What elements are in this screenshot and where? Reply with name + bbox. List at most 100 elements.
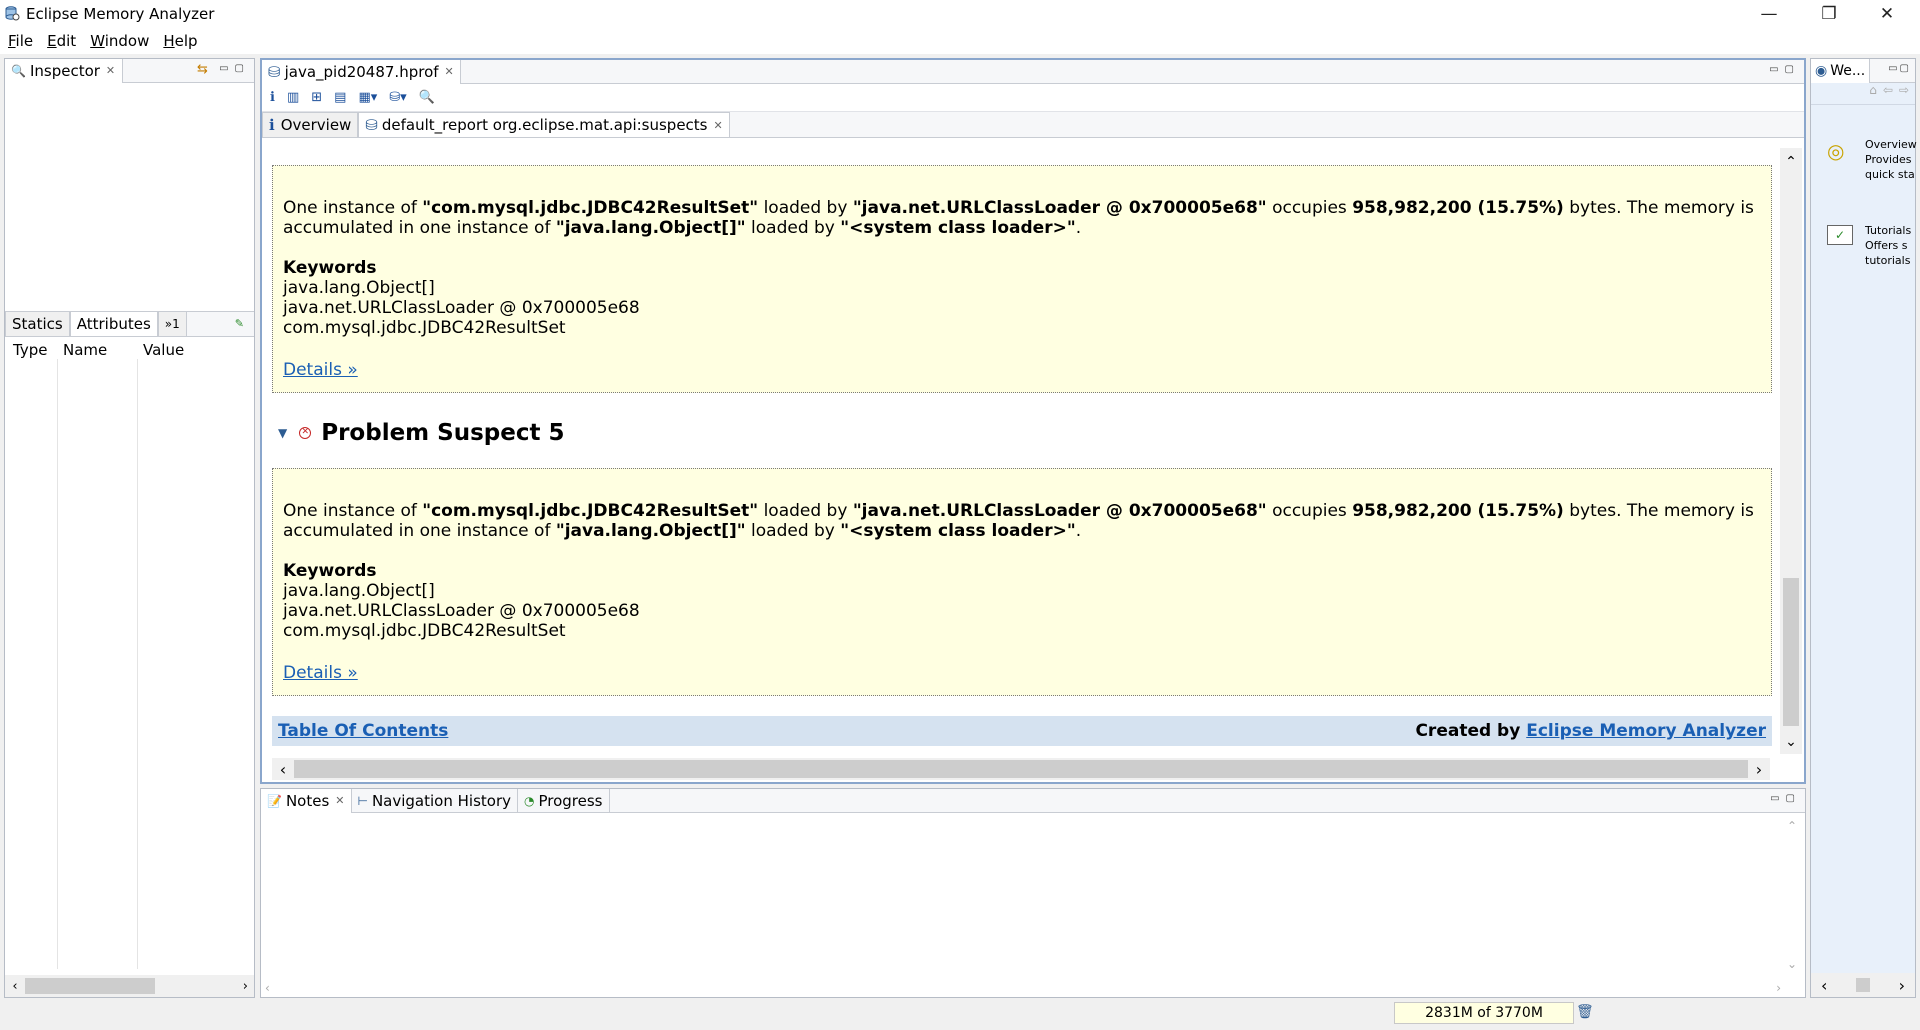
tab-welcome-label: We...	[1830, 62, 1866, 79]
notes-textarea[interactable]	[261, 814, 1781, 974]
scroll-thumb[interactable]	[294, 760, 1748, 778]
garbage-collect-icon[interactable]: 🗑	[1576, 1004, 1594, 1020]
keyword: java.lang.Object[]	[283, 278, 435, 298]
link-with-editor-icon[interactable]: ⇆	[197, 62, 208, 77]
scroll-right-icon[interactable]: ›	[1899, 976, 1905, 995]
keyword: com.mysql.jdbc.JDBC42ResultSet	[283, 318, 566, 338]
accumulator-class: "java.lang.Object[]"	[555, 218, 746, 238]
col-divider	[137, 359, 138, 969]
navigation-history-icon: ⊢	[357, 793, 368, 808]
back-icon[interactable]: ⇦	[1883, 83, 1893, 104]
text: loaded by	[758, 501, 853, 521]
heap-dump-overview-icon[interactable]: ⛁▾	[389, 90, 406, 105]
welcome-item-tutorials[interactable]: ✓ Tutorials Offers s tutorials	[1827, 223, 1917, 268]
pin-icon[interactable]: ✎	[235, 317, 244, 330]
close-icon[interactable]: ✕	[106, 64, 115, 77]
suspect-box: One instance of "com.mysql.jdbc.JDBC42Re…	[272, 165, 1772, 393]
retained-size: 958,982,200 (15.75%)	[1352, 198, 1564, 218]
home-icon[interactable]: ⌂	[1869, 83, 1877, 104]
view-minmax-icons[interactable]: ▭▢	[1769, 64, 1800, 75]
tab-notes-label: Notes	[285, 791, 330, 810]
welcome-item-title: Tutorials	[1865, 224, 1912, 237]
inspector-view: 🔍 Inspector ✕ ⇆ ▭▢ Statics Attributes »1…	[4, 58, 255, 998]
dominator-tree-icon[interactable]: ⊞	[311, 90, 322, 105]
inspector-hscrollbar[interactable]: ‹ ›	[5, 975, 254, 997]
scroll-down-icon[interactable]: ⌄	[1787, 957, 1797, 971]
scroll-right-icon[interactable]: ›	[1776, 981, 1781, 995]
close-icon[interactable]: ✕	[714, 119, 723, 132]
tab-overflow[interactable]: »1	[157, 311, 187, 336]
report-footer: Table Of Contents Created by Eclipse Mem…	[272, 716, 1772, 746]
close-icon[interactable]: ✕	[445, 65, 454, 78]
text: occupies	[1266, 198, 1353, 218]
scroll-right-icon[interactable]: ›	[243, 979, 248, 994]
details-link[interactable]: Details »	[283, 663, 1759, 683]
view-minmax-icons[interactable]: ▭▢	[219, 63, 250, 74]
restore-button[interactable]: ❐	[1800, 0, 1858, 28]
mat-link[interactable]: Eclipse Memory Analyzer	[1526, 721, 1766, 741]
report-vscrollbar[interactable]: ⌃ ⌄	[1780, 148, 1802, 754]
scroll-thumb[interactable]	[1856, 978, 1870, 992]
scroll-left-icon[interactable]: ‹	[5, 979, 25, 994]
menu-help[interactable]: Help	[163, 32, 197, 50]
bottom-view: 📝 Notes ✕ ⊢ Navigation History ◔ Progres…	[260, 788, 1806, 998]
col-name[interactable]: Name	[57, 337, 137, 361]
tab-default-report-label: default_report org.eclipse.mat.api:suspe…	[381, 116, 708, 134]
tab-notes[interactable]: 📝 Notes ✕	[261, 788, 352, 813]
scroll-down-icon[interactable]: ⌄	[1780, 734, 1802, 750]
oql-icon[interactable]: ▤	[334, 90, 346, 105]
tab-statics[interactable]: Statics	[5, 311, 70, 336]
suspect-description: One instance of "com.mysql.jdbc.JDBC42Re…	[283, 198, 1759, 238]
menu-window[interactable]: Window	[90, 32, 149, 50]
tab-inspector[interactable]: 🔍 Inspector ✕	[5, 58, 123, 83]
keyword: java.lang.Object[]	[283, 581, 435, 601]
query-browser-icon[interactable]: ▦▾	[358, 90, 377, 105]
scroll-left-icon[interactable]: ‹	[272, 760, 294, 779]
tab-attributes[interactable]: Attributes	[69, 311, 158, 336]
scroll-thumb[interactable]	[1783, 578, 1799, 726]
welcome-icon: ◉	[1815, 62, 1828, 79]
tab-welcome[interactable]: ◉ We...	[1811, 58, 1871, 83]
loader-name: "java.net.URLClassLoader @ 0x700005e68"	[852, 198, 1267, 218]
table-of-contents-link[interactable]: Table Of Contents	[278, 721, 448, 741]
scroll-left-icon[interactable]: ‹	[1821, 976, 1827, 995]
tab-navigation-history[interactable]: ⊢ Navigation History	[352, 788, 518, 813]
report-hscrollbar[interactable]: ‹ ›	[272, 758, 1770, 780]
menu-bar: File Edit Window Help	[0, 28, 1920, 54]
tab-progress[interactable]: ◔ Progress	[518, 788, 610, 813]
col-value[interactable]: Value	[137, 337, 247, 361]
welcome-hscrollbar[interactable]: ‹ ›	[1811, 973, 1915, 997]
tab-heap-dump[interactable]: ⛁ java_pid20487.hprof ✕	[262, 59, 461, 84]
tab-overview[interactable]: ℹ Overview	[262, 112, 359, 137]
close-button[interactable]: ✕	[1858, 0, 1916, 28]
bottom-tab-header: 📝 Notes ✕ ⊢ Navigation History ◔ Progres…	[261, 788, 1805, 813]
forward-icon[interactable]: ⇨	[1899, 83, 1909, 104]
keyword: com.mysql.jdbc.JDBC42ResultSet	[283, 621, 566, 641]
scroll-up-icon[interactable]: ⌃	[1780, 154, 1802, 170]
view-minmax-icons[interactable]: ▭▢	[1888, 63, 1911, 74]
tab-default-report[interactable]: ⛁ default_report org.eclipse.mat.api:sus…	[358, 112, 730, 137]
view-minmax-icons[interactable]: ▭▢	[1770, 793, 1801, 804]
details-link[interactable]: Details »	[283, 360, 1759, 380]
welcome-item-title: Overview	[1865, 138, 1917, 151]
welcome-item-text: tutorials	[1865, 254, 1911, 267]
col-type[interactable]: Type	[5, 337, 57, 361]
collapse-triangle-icon[interactable]: ▼	[278, 426, 287, 440]
scroll-right-icon[interactable]: ›	[1748, 760, 1770, 779]
tab-progress-label: Progress	[538, 791, 603, 810]
search-icon[interactable]: 🔍	[419, 90, 435, 105]
tutorials-icon: ✓	[1827, 225, 1853, 245]
scroll-left-icon[interactable]: ‹	[265, 981, 270, 995]
globe-icon: ◎	[1827, 139, 1845, 163]
menu-file[interactable]: File	[8, 32, 33, 50]
error-icon: ✕	[299, 427, 312, 439]
scroll-up-icon[interactable]: ⌃	[1787, 819, 1797, 833]
histogram-icon[interactable]: ▥	[287, 90, 299, 105]
close-icon[interactable]: ✕	[335, 794, 344, 807]
welcome-item-overview[interactable]: ◎ Overview Provides quick sta	[1827, 137, 1917, 182]
minimize-button[interactable]: —	[1740, 0, 1798, 28]
scroll-thumb[interactable]	[25, 978, 155, 994]
class-name: "com.mysql.jdbc.JDBC42ResultSet"	[422, 198, 759, 218]
info-icon[interactable]: ℹ	[270, 90, 275, 105]
menu-edit[interactable]: Edit	[47, 32, 76, 50]
